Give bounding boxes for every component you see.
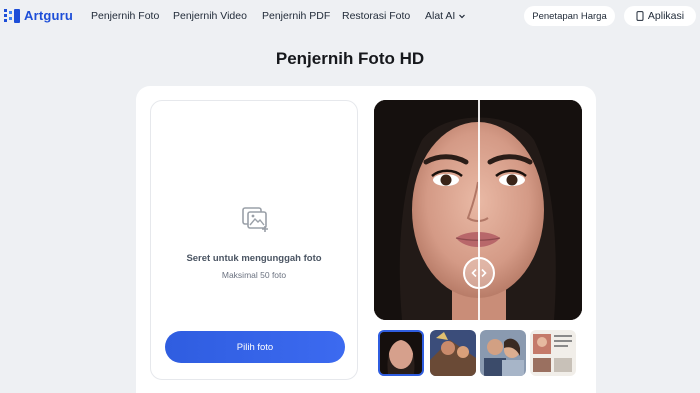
image-add-icon <box>242 207 268 232</box>
app-button[interactable]: Aplikasi <box>624 6 696 26</box>
compare-arrows-icon <box>471 268 487 278</box>
nav-link-penjernih-video[interactable]: Penjernih Video <box>173 10 247 22</box>
nav-link-penjernih-foto[interactable]: Penjernih Foto <box>91 10 159 22</box>
app-label: Aplikasi <box>647 10 685 22</box>
nav-link-alat-ai-label: Alat AI <box>425 10 456 22</box>
nav-link-alat-ai[interactable]: Alat AI <box>425 10 466 22</box>
portrait-thumbnail-image <box>380 332 422 374</box>
sample-thumbnail-artwork[interactable] <box>430 330 476 376</box>
sample-thumbnail-couple[interactable] <box>480 330 526 376</box>
sample-thumbnail-portrait[interactable] <box>378 330 424 376</box>
brand-name: Artguru <box>24 8 74 23</box>
document-thumbnail-image <box>530 330 576 376</box>
pricing-label: Penetapan Harga <box>532 10 607 22</box>
artwork-thumbnail-image <box>430 330 476 376</box>
couple-thumbnail-image <box>480 330 526 376</box>
nav-link-penjernih-pdf[interactable]: Penjernih PDF <box>262 10 330 22</box>
artguru-logo-icon <box>4 8 20 23</box>
top-navigation: Artguru Penjernih Foto Penjernih Video P… <box>0 0 700 32</box>
chevron-down-icon <box>459 14 466 19</box>
choose-photo-button[interactable]: Pilih foto <box>165 331 345 363</box>
pricing-button[interactable]: Penetapan Harga <box>524 6 615 26</box>
phone-icon <box>636 11 644 21</box>
page-title: Penjernih Foto HD <box>275 49 425 68</box>
upload-dropzone[interactable]: Seret untuk mengunggah foto Maksimal 50 … <box>150 100 358 380</box>
brand-logo[interactable]: Artguru <box>4 8 73 23</box>
upload-limit-text: Maksimal 50 foto <box>221 270 287 280</box>
compare-slider-handle[interactable] <box>463 257 495 289</box>
before-after-preview[interactable] <box>374 100 582 320</box>
drag-upload-text: Seret untuk mengunggah foto <box>186 253 322 264</box>
sample-thumbnail-document[interactable] <box>530 330 576 376</box>
nav-link-restorasi-foto[interactable]: Restorasi Foto <box>342 10 410 22</box>
